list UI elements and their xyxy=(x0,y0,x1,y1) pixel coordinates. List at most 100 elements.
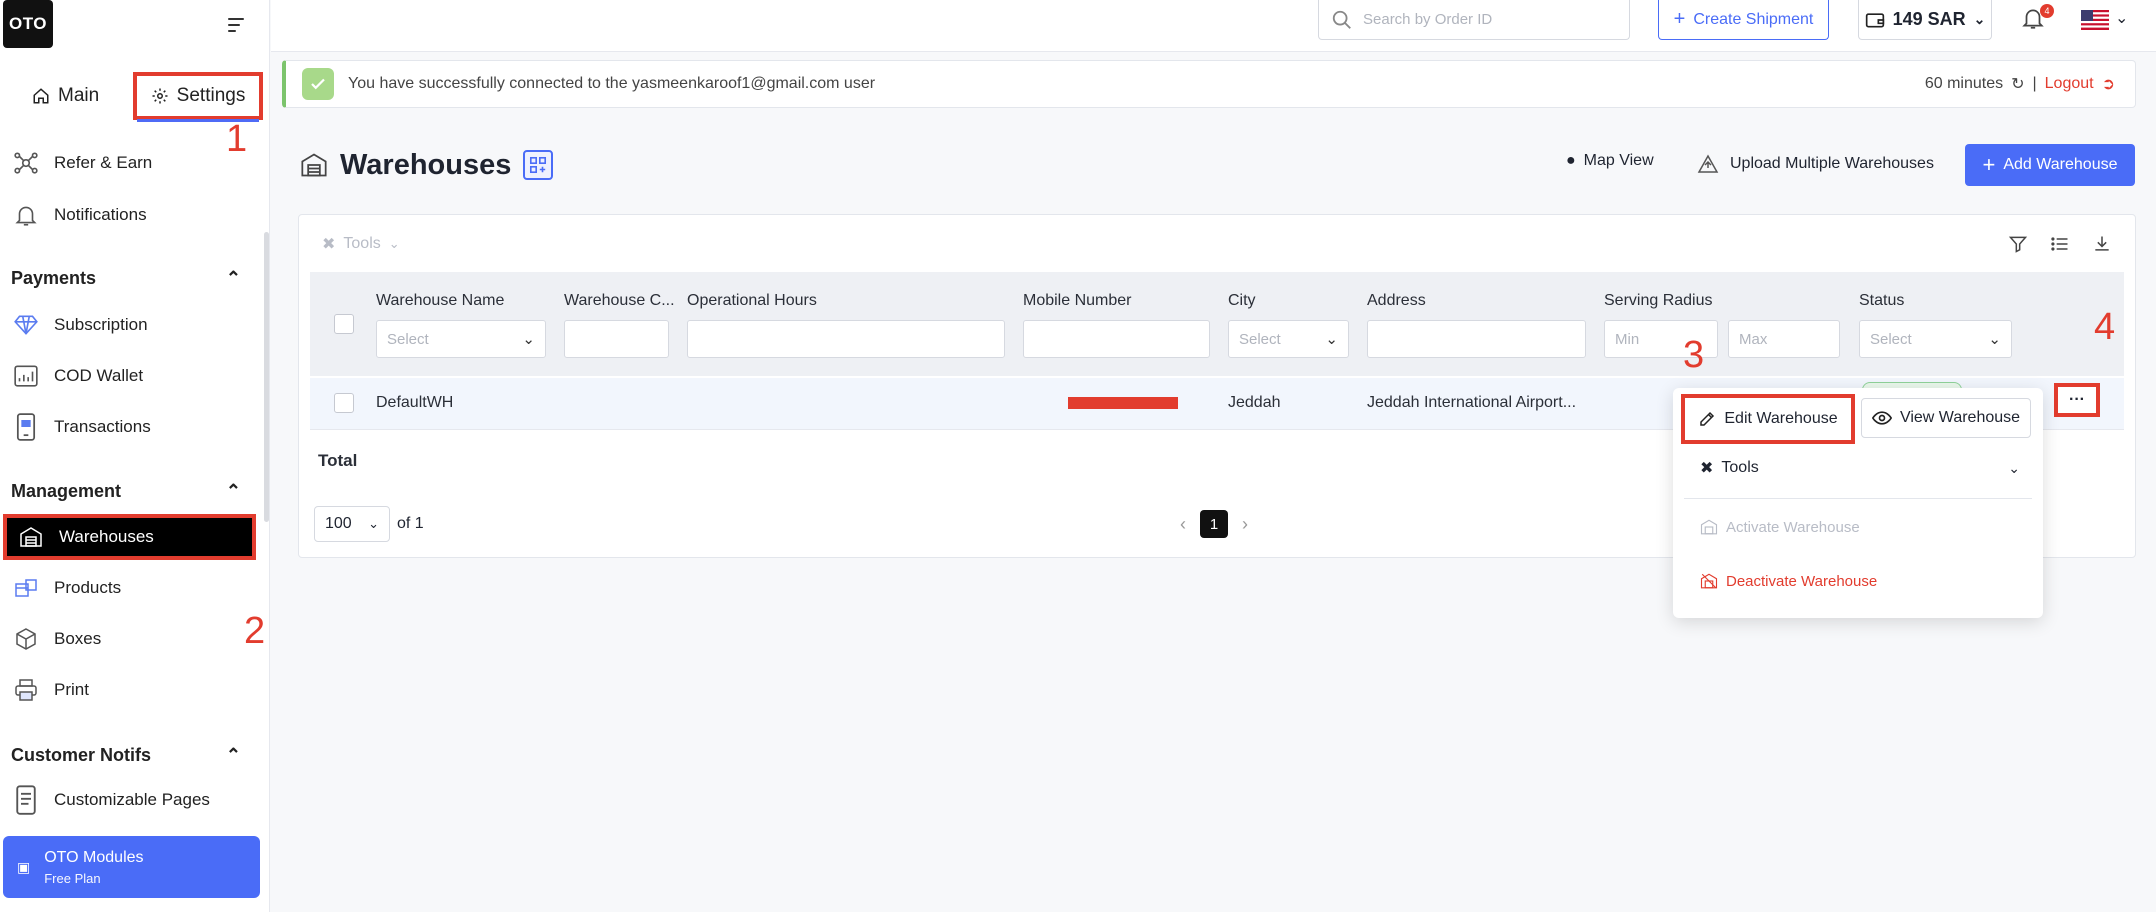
col-operational-hours[interactable]: Operational Hours xyxy=(687,292,817,310)
mobile-number-filter[interactable] xyxy=(1023,320,1210,358)
tab-settings[interactable]: Settings xyxy=(133,72,263,122)
annotation-3: 3 xyxy=(1683,334,1705,376)
refresh-icon[interactable]: ↻ xyxy=(2011,74,2024,94)
oto-modules-card[interactable]: ▣ OTO Modules Free Plan xyxy=(3,836,260,898)
page-header: Warehouses xyxy=(300,145,554,185)
add-warehouse-button[interactable]: + Add Warehouse xyxy=(1965,144,2135,186)
page-button-current[interactable]: 1 xyxy=(1200,510,1228,538)
language-flag-icon[interactable] xyxy=(2081,10,2109,30)
section-payments[interactable]: Payments ⌃ xyxy=(11,268,241,289)
upload-multiple-warehouses-button[interactable]: Upload Multiple Warehouses xyxy=(1696,152,1934,176)
filter-icon[interactable] xyxy=(2008,234,2028,254)
next-page-icon[interactable]: › xyxy=(1242,514,1248,535)
warehouse-code-filter[interactable] xyxy=(564,320,669,358)
wallet-icon xyxy=(1865,12,1884,27)
cell-address: Jeddah International Airport... xyxy=(1367,394,1577,411)
phone-card-icon xyxy=(12,413,40,441)
section-title: Payments xyxy=(11,268,97,288)
printer-icon xyxy=(12,676,40,704)
sidebar-item-notifications[interactable]: Notifications xyxy=(12,195,252,235)
sidebar-item-label: Warehouses xyxy=(59,527,154,546)
filter-placeholder: Select xyxy=(1870,330,1912,348)
columns-list-icon[interactable] xyxy=(2050,234,2070,254)
create-shipment-label: Create Shipment xyxy=(1693,10,1814,28)
col-warehouse-code[interactable]: Warehouse C... xyxy=(564,292,675,310)
sidebar-item-cod-wallet[interactable]: COD Wallet xyxy=(12,356,252,396)
warehouse-icon xyxy=(17,523,45,551)
search-input[interactable]: Search by Order ID xyxy=(1318,0,1630,40)
map-view-button[interactable]: ● Map View xyxy=(1566,152,1654,170)
per-page-value: 100 xyxy=(325,515,352,532)
chevron-down-icon: ⌄ xyxy=(368,516,379,531)
create-shipment-button[interactable]: + Create Shipment xyxy=(1658,0,1829,40)
table-tools-dropdown[interactable]: ✖ Tools ⌄ xyxy=(322,234,400,254)
col-serving-radius[interactable]: Serving Radius xyxy=(1604,292,1713,310)
oto-logo[interactable]: OTO xyxy=(3,0,53,48)
view-warehouse-button[interactable]: View Warehouse xyxy=(1861,398,2031,438)
address-filter[interactable] xyxy=(1367,320,1586,358)
grid-view-icon[interactable] xyxy=(523,150,554,180)
edit-warehouse-button[interactable]: Edit Warehouse xyxy=(1681,394,1855,444)
cell-warehouse-name: DefaultWH xyxy=(376,394,454,411)
annotation-2: 2 xyxy=(244,610,266,652)
warehouse-icon xyxy=(301,153,327,177)
col-city[interactable]: City xyxy=(1228,292,1256,310)
collapse-menu-icon[interactable] xyxy=(228,18,250,36)
sidebar-item-label: Refer & Earn xyxy=(54,153,153,172)
col-mobile-number[interactable]: Mobile Number xyxy=(1023,292,1131,310)
operational-hours-filter[interactable] xyxy=(687,320,1005,358)
cell-city: Jeddah xyxy=(1228,394,1281,411)
section-management[interactable]: Management ⌃ xyxy=(11,481,241,502)
box-icon xyxy=(12,625,40,653)
sidebar-item-products[interactable]: Products xyxy=(12,568,252,608)
chevron-up-icon: ⌃ xyxy=(225,481,241,501)
sidebar-tabs: Main Settings xyxy=(0,72,270,124)
sidebar-item-subscription[interactable]: Subscription xyxy=(12,305,252,345)
upload-label: Upload Multiple Warehouses xyxy=(1730,155,1934,172)
deactivate-warehouse-item[interactable]: Deactivate Warehouse xyxy=(1700,572,1877,590)
section-title: Customer Notifs xyxy=(11,745,152,765)
plus-icon: + xyxy=(1982,152,1996,177)
status-filter[interactable]: Select ⌄ xyxy=(1859,320,2012,358)
sidebar-item-label: Subscription xyxy=(54,315,148,334)
row-checkbox[interactable] xyxy=(334,393,354,413)
select-all-checkbox[interactable] xyxy=(334,314,354,334)
logout-link[interactable]: Logout xyxy=(2045,75,2094,93)
tab-main-label: Main xyxy=(58,85,100,106)
wallet-balance-dropdown[interactable]: 149 SAR ⌄ xyxy=(1858,0,1992,40)
annotation-4: 4 xyxy=(2094,306,2116,348)
col-warehouse-name[interactable]: Warehouse Name xyxy=(376,292,504,310)
row-more-actions-button[interactable]: ··· xyxy=(2054,383,2100,417)
download-icon[interactable] xyxy=(2092,234,2112,254)
edit-warehouse-label: Edit Warehouse xyxy=(1724,410,1838,427)
map-view-label: Map View xyxy=(1583,152,1654,169)
notifications-bell[interactable]: 4 xyxy=(2020,4,2054,36)
bell-icon xyxy=(12,201,40,229)
sidebar-item-customizable-pages[interactable]: Customizable Pages xyxy=(12,780,252,820)
search-icon xyxy=(1332,10,1351,29)
activate-warehouse-item[interactable]: Activate Warehouse xyxy=(1700,518,1860,536)
prev-page-icon[interactable]: ‹ xyxy=(1180,514,1186,535)
sidebar-item-boxes[interactable]: Boxes xyxy=(12,619,252,659)
warehouse-activate-icon xyxy=(1700,519,1718,535)
radius-max-filter[interactable]: Max xyxy=(1728,320,1840,358)
map-pin-icon: ● xyxy=(1566,152,1576,169)
apps-grid-icon: ▣ xyxy=(17,858,31,875)
col-address[interactable]: Address xyxy=(1367,292,1426,310)
city-filter[interactable]: Select ⌄ xyxy=(1228,320,1349,358)
warehouse-name-filter[interactable]: Select ⌄ xyxy=(376,320,546,358)
section-customer-notifs[interactable]: Customer Notifs ⌃ xyxy=(11,745,241,766)
logout-icon[interactable]: ➲ xyxy=(2102,74,2115,94)
menu-tools-dropdown[interactable]: ✖ Tools ⌄ xyxy=(1700,458,2020,478)
sidebar-item-warehouses[interactable]: Warehouses xyxy=(3,514,256,560)
chevron-down-icon[interactable]: ⌄ xyxy=(2115,8,2128,28)
col-status[interactable]: Status xyxy=(1859,292,1904,310)
sidebar-item-transactions[interactable]: Transactions xyxy=(12,407,252,447)
redacted-mobile-number xyxy=(1068,397,1178,409)
sidebar-scrollbar[interactable] xyxy=(264,232,269,522)
tab-main[interactable]: Main xyxy=(32,72,99,120)
sidebar-item-print[interactable]: Print xyxy=(12,670,252,710)
sidebar-item-refer-earn[interactable]: Refer & Earn xyxy=(12,143,252,183)
total-label: Total xyxy=(318,451,358,470)
rows-per-page-select[interactable]: 100 ⌄ xyxy=(314,506,390,542)
